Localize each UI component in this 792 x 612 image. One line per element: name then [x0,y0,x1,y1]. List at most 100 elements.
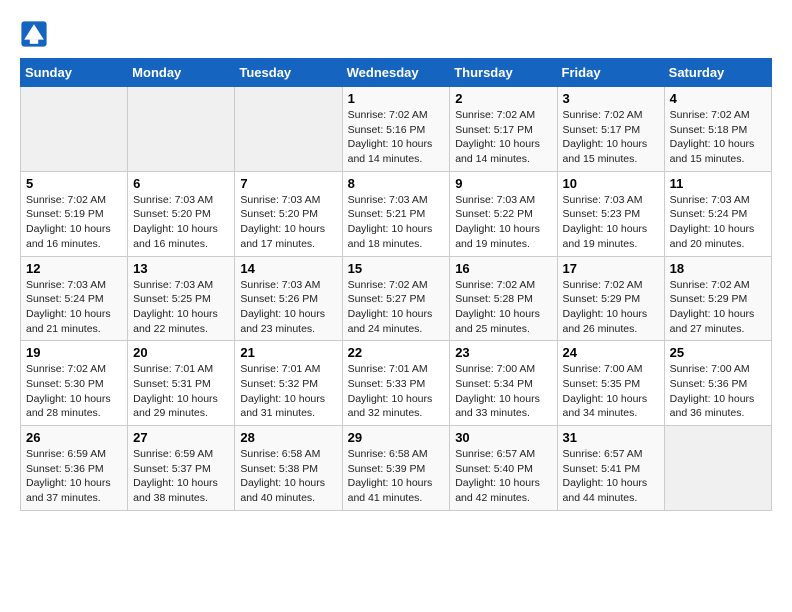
calendar-day-cell: 14 Sunrise: 7:03 AM Sunset: 5:26 PM Dayli… [235,256,342,341]
calendar-day-cell: 1 Sunrise: 7:02 AM Sunset: 5:16 PM Daylig… [342,87,450,172]
logo-icon [20,20,48,48]
day-of-week-header: Friday [557,59,664,87]
day-info: Sunrise: 7:02 AM Sunset: 5:28 PM Dayligh… [455,278,551,337]
calendar-day-cell: 28Sunrise: 6:58 AM Sunset: 5:38 PM Dayli… [235,426,342,511]
day-number: 7 [240,176,336,191]
calendar-day-cell: 23Sunrise: 7:00 AM Sunset: 5:34 PM Dayli… [450,341,557,426]
day-number: 28 [240,430,336,445]
day-info: Sunrise: 7:03 AM Sunset: 5:22 PM Dayligh… [455,193,551,252]
calendar-day-cell: 27 Sunrise: 6:59 AM Sunset: 5:37 PM Dayli… [128,426,235,511]
calendar-day-cell: 22 Sunrise: 7:01 AM Sunset: 5:33 PM Dayli… [342,341,450,426]
day-number: 6 [133,176,229,191]
day-info: Sunrise: 7:02 AM Sunset: 5:27 PM Dayligh… [348,278,445,337]
day-info: Sunrise: 7:00 AM Sunset: 5:36 PM Dayligh… [670,362,766,421]
calendar-day-cell: 15 Sunrise: 7:02 AM Sunset: 5:27 PM Dayli… [342,256,450,341]
day-number: 20 [133,345,229,360]
day-number: 24 [563,345,659,360]
day-number: 27 [133,430,229,445]
day-number: 12 [26,261,122,276]
calendar-day-cell: 11 Sunrise: 7:03 AM Sunset: 5:24 PM Dayli… [664,171,771,256]
day-info: Sunrise: 6:58 AM Sunset: 5:39 PM Dayligh… [348,447,445,506]
day-info: Sunrise: 7:00 AM Sunset: 5:34 PM Dayligh… [455,362,551,421]
calendar-day-cell [664,426,771,511]
day-info: Sunrise: 7:02 AM Sunset: 5:30 PM Dayligh… [26,362,122,421]
day-number: 3 [563,91,659,106]
calendar-week-row: 5 Sunrise: 7:02 AM Sunset: 5:19 PM Daylig… [21,171,772,256]
day-number: 25 [670,345,766,360]
day-number: 15 [348,261,445,276]
calendar-day-cell: 17 Sunrise: 7:02 AM Sunset: 5:29 PM Dayli… [557,256,664,341]
day-info: Sunrise: 7:02 AM Sunset: 5:29 PM Dayligh… [670,278,766,337]
calendar-header-row: SundayMondayTuesdayWednesdayThursdayFrid… [21,59,772,87]
day-info: Sunrise: 7:03 AM Sunset: 5:21 PM Dayligh… [348,193,445,252]
day-number: 1 [348,91,445,106]
calendar-day-cell: 25 Sunrise: 7:00 AM Sunset: 5:36 PM Dayli… [664,341,771,426]
calendar-day-cell: 29 Sunrise: 6:58 AM Sunset: 5:39 PM Dayli… [342,426,450,511]
day-info: Sunrise: 7:03 AM Sunset: 5:24 PM Dayligh… [670,193,766,252]
day-info: Sunrise: 7:02 AM Sunset: 5:16 PM Dayligh… [348,108,445,167]
day-number: 21 [240,345,336,360]
calendar-day-cell: 8 Sunrise: 7:03 AM Sunset: 5:21 PM Daylig… [342,171,450,256]
day-number: 31 [563,430,659,445]
calendar-day-cell: 26 Sunrise: 6:59 AM Sunset: 5:36 PM Dayli… [21,426,128,511]
calendar-day-cell [128,87,235,172]
calendar-day-cell: 31 Sunrise: 6:57 AM Sunset: 5:41 PM Dayli… [557,426,664,511]
day-info: Sunrise: 7:03 AM Sunset: 5:26 PM Dayligh… [240,278,336,337]
calendar-day-cell: 16 Sunrise: 7:02 AM Sunset: 5:28 PM Dayli… [450,256,557,341]
day-number: 8 [348,176,445,191]
day-number: 29 [348,430,445,445]
calendar-day-cell: 21Sunrise: 7:01 AM Sunset: 5:32 PM Dayli… [235,341,342,426]
calendar-week-row: 19 Sunrise: 7:02 AM Sunset: 5:30 PM Dayli… [21,341,772,426]
day-number: 5 [26,176,122,191]
day-info: Sunrise: 7:03 AM Sunset: 5:24 PM Dayligh… [26,278,122,337]
day-info: Sunrise: 7:02 AM Sunset: 5:29 PM Dayligh… [563,278,659,337]
day-number: 17 [563,261,659,276]
day-info: Sunrise: 6:59 AM Sunset: 5:37 PM Dayligh… [133,447,229,506]
day-info: Sunrise: 7:03 AM Sunset: 5:20 PM Dayligh… [240,193,336,252]
day-number: 9 [455,176,551,191]
day-info: Sunrise: 7:02 AM Sunset: 5:17 PM Dayligh… [563,108,659,167]
calendar-day-cell: 6Sunrise: 7:03 AM Sunset: 5:20 PM Daylig… [128,171,235,256]
calendar-day-cell: 24 Sunrise: 7:00 AM Sunset: 5:35 PM Dayli… [557,341,664,426]
day-number: 4 [670,91,766,106]
calendar-day-cell: 30 Sunrise: 6:57 AM Sunset: 5:40 PM Dayli… [450,426,557,511]
calendar-table: SundayMondayTuesdayWednesdayThursdayFrid… [20,58,772,511]
day-number: 13 [133,261,229,276]
day-number: 14 [240,261,336,276]
day-number: 11 [670,176,766,191]
day-info: Sunrise: 7:00 AM Sunset: 5:35 PM Dayligh… [563,362,659,421]
calendar-day-cell: 2 Sunrise: 7:02 AM Sunset: 5:17 PM Daylig… [450,87,557,172]
calendar-week-row: 12 Sunrise: 7:03 AM Sunset: 5:24 PM Dayli… [21,256,772,341]
calendar-day-cell: 13 Sunrise: 7:03 AM Sunset: 5:25 PM Dayli… [128,256,235,341]
day-of-week-header: Sunday [21,59,128,87]
day-number: 30 [455,430,551,445]
day-info: Sunrise: 7:02 AM Sunset: 5:19 PM Dayligh… [26,193,122,252]
calendar-day-cell: 4 Sunrise: 7:02 AM Sunset: 5:18 PM Daylig… [664,87,771,172]
calendar-day-cell [21,87,128,172]
calendar-week-row: 1 Sunrise: 7:02 AM Sunset: 5:16 PM Daylig… [21,87,772,172]
day-info: Sunrise: 7:03 AM Sunset: 5:25 PM Dayligh… [133,278,229,337]
calendar-day-cell: 5 Sunrise: 7:02 AM Sunset: 5:19 PM Daylig… [21,171,128,256]
calendar-day-cell: 20Sunrise: 7:01 AM Sunset: 5:31 PM Dayli… [128,341,235,426]
day-info: Sunrise: 6:57 AM Sunset: 5:40 PM Dayligh… [455,447,551,506]
day-of-week-header: Thursday [450,59,557,87]
day-number: 10 [563,176,659,191]
calendar-day-cell: 19 Sunrise: 7:02 AM Sunset: 5:30 PM Dayli… [21,341,128,426]
day-number: 18 [670,261,766,276]
day-info: Sunrise: 7:02 AM Sunset: 5:17 PM Dayligh… [455,108,551,167]
calendar-day-cell: 18 Sunrise: 7:02 AM Sunset: 5:29 PM Dayli… [664,256,771,341]
calendar-day-cell: 10Sunrise: 7:03 AM Sunset: 5:23 PM Dayli… [557,171,664,256]
calendar-day-cell [235,87,342,172]
day-number: 16 [455,261,551,276]
day-number: 2 [455,91,551,106]
calendar-week-row: 26 Sunrise: 6:59 AM Sunset: 5:36 PM Dayli… [21,426,772,511]
day-info: Sunrise: 7:01 AM Sunset: 5:33 PM Dayligh… [348,362,445,421]
day-info: Sunrise: 6:57 AM Sunset: 5:41 PM Dayligh… [563,447,659,506]
day-number: 26 [26,430,122,445]
day-info: Sunrise: 6:59 AM Sunset: 5:36 PM Dayligh… [26,447,122,506]
day-info: Sunrise: 7:02 AM Sunset: 5:18 PM Dayligh… [670,108,766,167]
calendar-day-cell: 3 Sunrise: 7:02 AM Sunset: 5:17 PM Daylig… [557,87,664,172]
day-of-week-header: Saturday [664,59,771,87]
day-number: 22 [348,345,445,360]
day-number: 19 [26,345,122,360]
